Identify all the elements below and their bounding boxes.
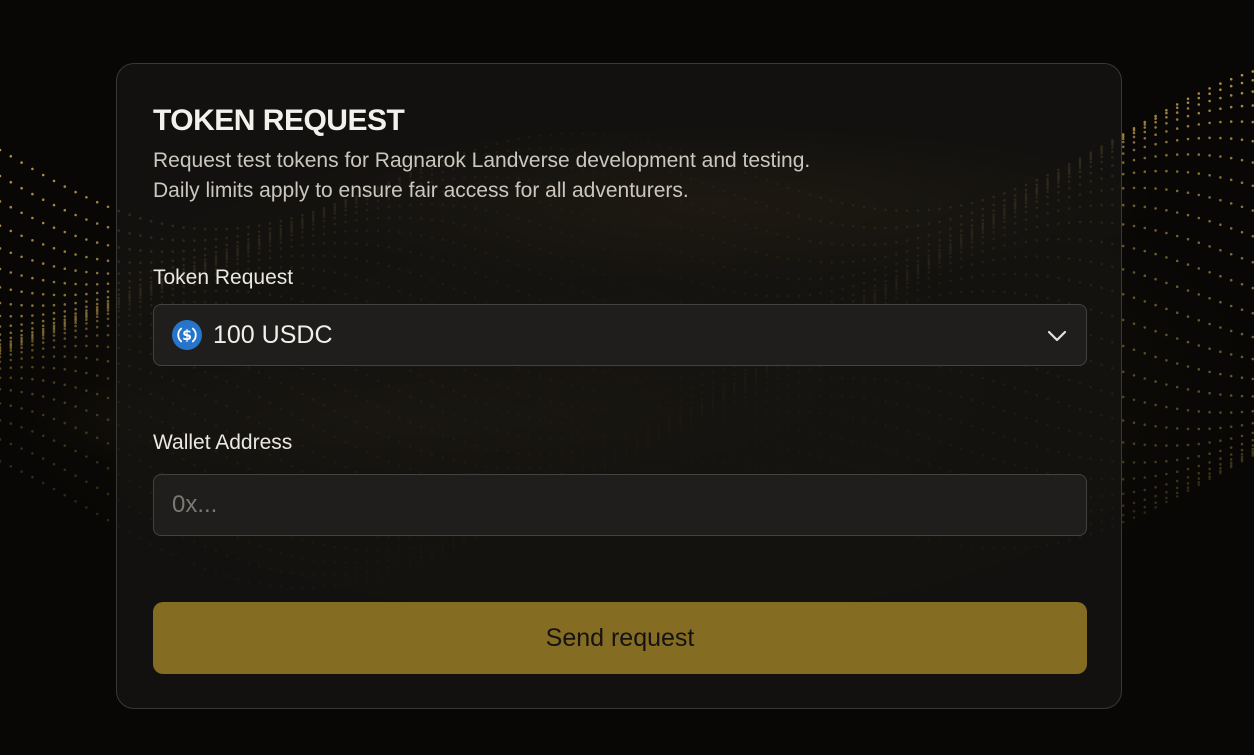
token-request-label: Token Request [153, 266, 294, 289]
wallet-address-input[interactable] [153, 474, 1087, 536]
send-request-button[interactable]: Send request [153, 602, 1087, 674]
page-title: TOKEN REQUEST [153, 104, 405, 137]
token-select-value: 100 USDC [213, 321, 333, 349]
usdc-icon: $ [172, 320, 202, 350]
token-select[interactable]: $ 100 USDC [153, 304, 1087, 366]
subtitle-line-2: Daily limits apply to ensure fair access… [153, 179, 689, 202]
wallet-address-label: Wallet Address [153, 431, 293, 454]
token-request-card: TOKEN REQUEST Request test tokens for Ra… [116, 63, 1122, 709]
chevron-down-icon [1047, 330, 1067, 342]
subtitle-line-1: Request test tokens for Ragnarok Landver… [153, 149, 811, 172]
svg-text:$: $ [182, 328, 192, 344]
page-subtitle: Request test tokens for Ragnarok Landver… [153, 146, 1053, 206]
